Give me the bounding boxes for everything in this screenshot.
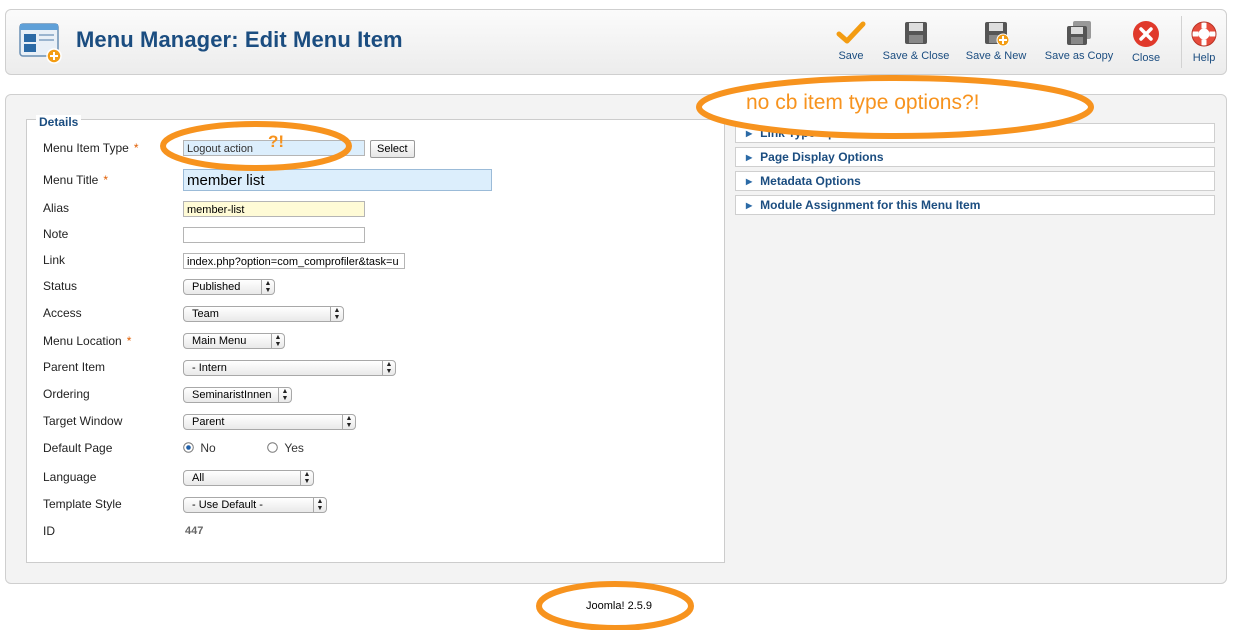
close-icon (1133, 21, 1159, 47)
menu-title-label-text: Menu Title (43, 173, 99, 187)
required-mark: * (133, 141, 139, 155)
select-arrows-icon: ▲ ▼ (313, 498, 326, 512)
toolbar-separator (1181, 16, 1182, 68)
menu-location-select-value: Main Menu (192, 335, 247, 347)
default-page-yes-radio[interactable]: Yes (267, 441, 304, 455)
save-close-button[interactable]: Save & Close (880, 12, 952, 72)
required-mark: * (126, 334, 132, 348)
note-label: Note (43, 227, 69, 241)
save-copy-label: Save as Copy (1044, 50, 1114, 62)
default-page-yes-label: Yes (284, 441, 304, 455)
panel-title: Page Display Options (760, 150, 884, 164)
menu-manager-icon (18, 20, 62, 64)
default-page-label: Default Page (43, 441, 113, 455)
select-arrows-icon: ▲ ▼ (261, 280, 274, 294)
default-page-no-label: No (200, 441, 216, 455)
panel-title: Metadata Options (760, 174, 861, 188)
help-label: Help (1192, 52, 1216, 64)
select-arrows-icon: ▲ ▼ (300, 471, 313, 485)
menu-location-select[interactable]: Main Menu ▲ ▼ (183, 333, 285, 349)
radio-checked-icon (183, 442, 194, 453)
status-label: Status (43, 279, 78, 293)
access-select-value: Team (192, 308, 219, 320)
menu-location-label-text: Menu Location (43, 334, 122, 348)
menu-title-input[interactable]: member list (183, 169, 492, 191)
panel-module-assignment[interactable]: ▶ Module Assignment for this Menu Item (735, 195, 1215, 215)
menu-location-label: Menu Location * (43, 334, 131, 348)
status-select[interactable]: Published ▲ ▼ (183, 279, 275, 295)
alias-input[interactable]: member-list (183, 201, 365, 217)
save-copy-button[interactable]: Save as Copy (1039, 12, 1119, 72)
triangle-right-icon: ▶ (746, 201, 753, 210)
select-arrows-icon: ▲ ▼ (382, 361, 395, 375)
save-new-label: Save & New (965, 50, 1027, 62)
triangle-right-icon: ▶ (746, 153, 753, 162)
select-arrows-icon: ▲ ▼ (271, 334, 284, 348)
panel-title: Link Type Options (760, 126, 864, 140)
target-window-select[interactable]: Parent ▲ ▼ (183, 414, 356, 430)
close-button[interactable]: Close (1126, 12, 1166, 72)
link-label: Link (43, 253, 66, 267)
link-input[interactable]: index.php?option=com_comprofiler&task=u (183, 253, 405, 269)
language-select[interactable]: All ▲ ▼ (183, 470, 314, 486)
close-label: Close (1131, 52, 1161, 64)
lifebuoy-icon (1191, 21, 1217, 47)
page-title: Menu Manager: Edit Menu Item (76, 27, 403, 52)
triangle-right-icon: ▶ (746, 129, 753, 138)
floppy-icon (905, 22, 927, 44)
toolbar: Menu Manager: Edit Menu Item Save Save &… (5, 9, 1227, 75)
ordering-select[interactable]: SeminaristInnen ▲ ▼ (183, 387, 292, 403)
id-label: ID (43, 524, 55, 538)
floppy-copy-icon (1067, 21, 1091, 45)
template-style-select[interactable]: - Use Default - ▲ ▼ (183, 497, 327, 513)
menu-item-type-label: Menu Item Type * (43, 141, 139, 155)
panel-page-display-options[interactable]: ▶ Page Display Options (735, 147, 1215, 167)
radio-unchecked-icon (267, 442, 278, 453)
menu-item-type-label-text: Menu Item Type (43, 141, 129, 155)
template-style-label: Template Style (43, 497, 122, 511)
panel-link-type-options[interactable]: ▶ Link Type Options (735, 123, 1215, 143)
default-page-no-radio[interactable]: No (183, 441, 216, 455)
parent-item-label: Parent Item (43, 360, 106, 374)
menu-title-label: Menu Title * (43, 173, 108, 187)
id-value: 447 (185, 525, 204, 537)
select-arrows-icon: ▲ ▼ (278, 388, 291, 402)
ordering-select-value: SeminaristInnen (192, 389, 272, 401)
access-select[interactable]: Team ▲ ▼ (183, 306, 344, 322)
select-arrows-icon: ▲ ▼ (342, 415, 355, 429)
select-arrows-icon: ▲ ▼ (330, 307, 343, 321)
alias-label: Alias (43, 201, 70, 215)
ordering-label: Ordering (43, 387, 90, 401)
details-legend: Details (36, 115, 82, 129)
help-button[interactable]: Help (1188, 12, 1220, 72)
language-select-value: All (192, 472, 205, 484)
status-select-value: Published (192, 281, 241, 293)
required-mark: * (103, 173, 109, 187)
language-label: Language (43, 470, 97, 484)
save-new-button[interactable]: Save & New (963, 12, 1029, 72)
template-style-select-value: - Use Default - (192, 499, 263, 511)
parent-item-select-value: - Intern (192, 362, 227, 374)
panel-metadata-options[interactable]: ▶ Metadata Options (735, 171, 1215, 191)
annotation-type-note: ?! (268, 132, 285, 151)
footer-version: Joomla! 2.5.9 (586, 600, 653, 612)
target-window-label: Target Window (43, 414, 123, 428)
check-icon (836, 21, 866, 44)
floppy-plus-icon (985, 22, 1009, 46)
access-label: Access (43, 306, 82, 320)
annotation-top-note: no cb item type options?! (746, 91, 980, 114)
panel-title: Module Assignment for this Menu Item (760, 198, 981, 212)
save-button[interactable]: Save (826, 12, 876, 72)
save-close-label: Save & Close (882, 50, 950, 62)
save-label: Save (838, 50, 864, 62)
triangle-right-icon: ▶ (746, 177, 753, 186)
target-window-select-value: Parent (192, 416, 225, 428)
select-type-button[interactable]: Select (370, 140, 415, 158)
note-input[interactable] (183, 227, 365, 243)
parent-item-select[interactable]: - Intern ▲ ▼ (183, 360, 396, 376)
